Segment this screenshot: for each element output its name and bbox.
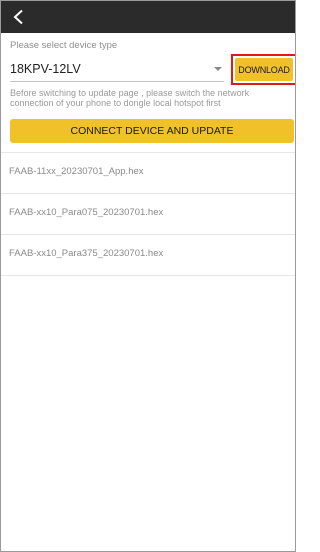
dropdown-caret-icon — [214, 67, 222, 71]
file-name: FAAB-xx10_Para375_20230701.hex — [9, 248, 164, 259]
device-type-value: 18KPV-12LV — [10, 62, 81, 76]
file-name: FAAB-xx10_Para075_20230701.hex — [9, 207, 164, 218]
back-button[interactable] — [7, 5, 31, 29]
device-type-label: Please select device type — [10, 40, 118, 51]
firmware-file-list: FAAB-11xx_20230701_App.hex FAAB-xx10_Par… — [1, 152, 295, 276]
connect-device-and-update-button[interactable]: CONNECT DEVICE AND UPDATE — [10, 119, 294, 143]
network-switch-notice: Before switching to update page , please… — [10, 88, 250, 108]
update-screen: Please select device type 18KPV-12LV DOW… — [0, 0, 296, 552]
chevron-left-icon — [13, 9, 23, 25]
device-type-dropdown[interactable]: 18KPV-12LV — [10, 58, 224, 82]
file-list-item[interactable]: FAAB-11xx_20230701_App.hex — [1, 152, 295, 194]
file-name: FAAB-11xx_20230701_App.hex — [9, 166, 144, 177]
file-list-item[interactable]: FAAB-xx10_Para075_20230701.hex — [1, 194, 295, 235]
file-list-item[interactable]: FAAB-xx10_Para375_20230701.hex — [1, 235, 295, 276]
app-bar — [1, 1, 295, 33]
download-button[interactable]: DOWNLOAD — [235, 58, 293, 81]
download-highlight-box: DOWNLOAD — [231, 54, 295, 85]
